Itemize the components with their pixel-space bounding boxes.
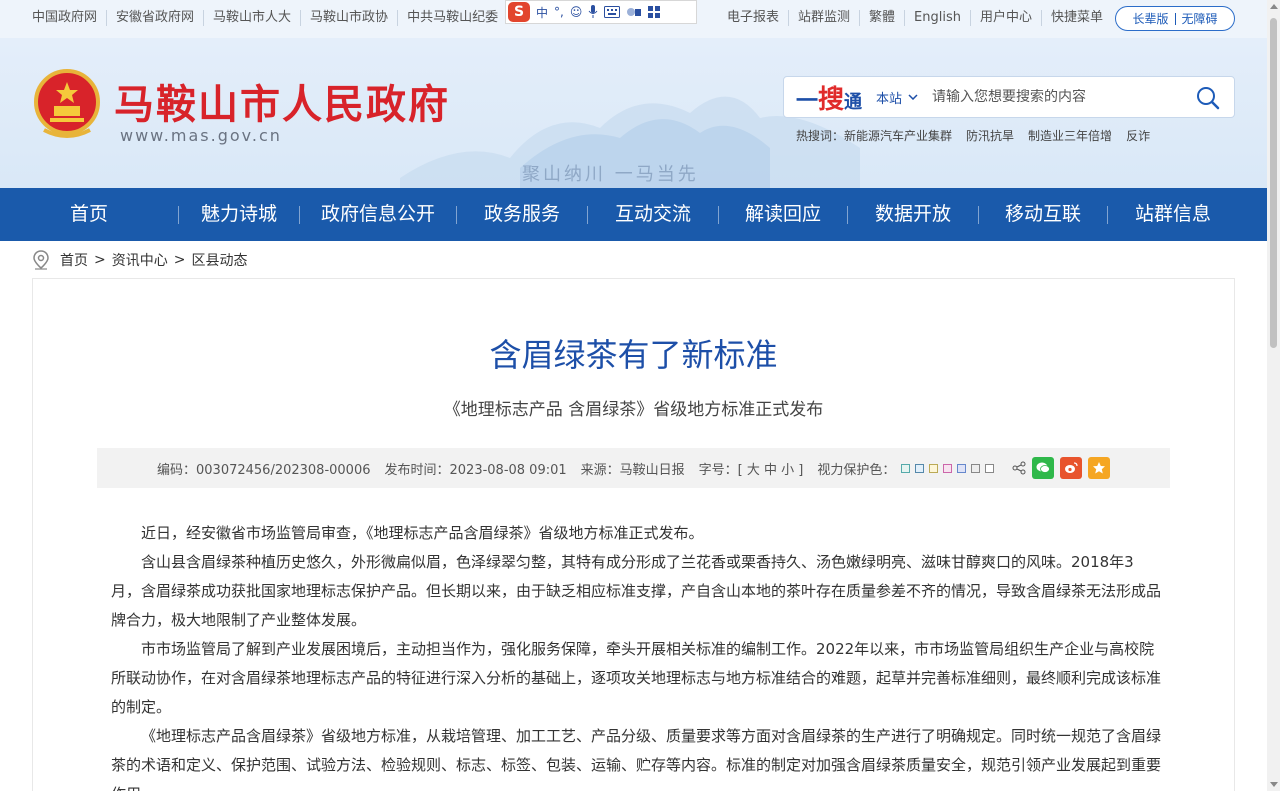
access-mode-switch: 长辈版 无障碍	[1115, 6, 1235, 31]
article-source: 来源：马鞍山日报	[580, 462, 685, 478]
article-paragraph: 《地理标志产品含眉绿茶》省级地方标准，从栽培管理、加工工艺、产品分级、质量要求等…	[111, 727, 1162, 791]
nav-item-gov-info[interactable]: 政府信息公开	[300, 188, 456, 241]
site-slogan: 聚山纳川 一马当先	[522, 164, 699, 185]
search-box: 一 搜 通 本站	[783, 76, 1235, 118]
top-link[interactable]: 中国政府网	[32, 10, 108, 26]
ime-logo-icon[interactable]: S	[508, 2, 530, 22]
skin-icon[interactable]	[626, 6, 642, 18]
font-size-control[interactable]: 字号：[ 大 中 小 ]	[699, 459, 804, 478]
elder-mode-button[interactable]: 长辈版	[1132, 10, 1168, 27]
share-icon[interactable]	[1012, 461, 1026, 475]
main-nav: 首页 魅力诗城 政府信息公开 政务服务 互动交流 解读回应 数据开放 移动互联 …	[0, 188, 1267, 241]
article-paragraph: 近日，经安徽省市场监管局审查，《地理标志产品含眉绿茶》省级地方标准正式发布。	[141, 524, 704, 542]
article-date: 发布时间：2023-08-08 09:01	[384, 462, 567, 478]
location-pin-icon	[33, 250, 49, 270]
breadcrumb-link[interactable]: 区县动态	[191, 250, 247, 270]
favorite-icon[interactable]	[1088, 457, 1111, 479]
search-brand: 一 搜 通	[796, 84, 863, 115]
nav-item-gov-services[interactable]: 政务服务	[457, 188, 587, 241]
swatch[interactable]	[915, 463, 925, 473]
scroll-up-icon[interactable]	[1270, 4, 1278, 9]
toolbox-icon[interactable]	[648, 6, 661, 18]
hot-word-link[interactable]: 防汛抗旱	[966, 127, 1014, 144]
swatch[interactable]	[957, 463, 967, 473]
microphone-icon[interactable]	[588, 5, 598, 19]
top-link[interactable]: English	[905, 10, 971, 26]
scroll-thumb[interactable]	[1270, 18, 1277, 348]
weibo-icon[interactable]	[1060, 457, 1083, 479]
ime-mode[interactable]: 中	[536, 4, 548, 21]
hot-words: 热搜词： 新能源汽车产业集群 防汛抗旱 制造业三年倍增 反诈	[796, 127, 1150, 144]
divider	[1174, 12, 1176, 25]
top-link[interactable]: 马鞍山市人大	[204, 10, 302, 26]
nav-item-interaction[interactable]: 互动交流	[588, 188, 718, 241]
top-link[interactable]: 快捷菜单	[1042, 10, 1112, 26]
hot-word-link[interactable]: 制造业三年倍增	[1028, 127, 1112, 144]
article-subtitle: 《地理标志产品 含眉绿茶》省级地方标准正式发布	[443, 400, 824, 420]
swatch[interactable]	[901, 463, 911, 473]
eye-care-label: 视力保护色：	[817, 462, 896, 478]
eye-care-swatches	[901, 463, 995, 473]
breadcrumb: 首页 > 资讯中心 > 区县动态	[32, 250, 247, 270]
nav-item-charm-city[interactable]: 魅力诗城	[179, 188, 299, 241]
article-paragraph: 含山县含眉绿茶种植历史悠久，外形微扁似眉，色泽绿翠匀整，其特有成分形成了兰花香或…	[111, 553, 1162, 629]
top-links-right: 电子报表 站群监测 繁體 English 用户中心 快捷菜单	[718, 10, 1112, 26]
breadcrumb-link[interactable]: 首页	[60, 250, 88, 270]
top-link[interactable]: 电子报表	[718, 10, 790, 26]
swatch[interactable]	[929, 463, 939, 473]
punctuation-icon[interactable]: °,	[554, 5, 564, 19]
article-title: 含眉绿茶有了新标准	[489, 336, 778, 374]
nav-item-home[interactable]: 首页	[0, 188, 178, 241]
top-link[interactable]: 用户中心	[971, 10, 1043, 26]
site-name: 马鞍山市人民政府	[114, 81, 450, 128]
top-bar: 中国政府网 安徽省政府网 马鞍山市人大 马鞍山市政协 中共马鞍山纪委 S 中 °…	[0, 0, 1267, 38]
article-code: 编码：003072456/202308-00006	[157, 462, 371, 478]
page-scrollbar[interactable]	[1267, 0, 1280, 791]
top-link[interactable]: 马鞍山市政协	[301, 10, 399, 26]
scroll-down-icon[interactable]	[1270, 782, 1278, 787]
search-input[interactable]	[932, 89, 1163, 105]
chevron-down-icon	[908, 94, 918, 100]
nav-item-interpretation[interactable]: 解读回应	[719, 188, 847, 241]
hot-word-link[interactable]: 反诈	[1126, 127, 1150, 144]
wechat-icon[interactable]	[1032, 457, 1055, 479]
article-meta: 编码：003072456/202308-00006 发布时间：2023-08-0…	[97, 448, 1170, 488]
top-link[interactable]: 安徽省政府网	[107, 10, 205, 26]
swatch[interactable]	[943, 463, 953, 473]
emoji-icon[interactable]: ☺	[570, 5, 583, 19]
top-links-left: 中国政府网 安徽省政府网 马鞍山市人大 马鞍山市政协 中共马鞍山纪委	[32, 10, 507, 26]
hot-words-label: 热搜词：	[796, 129, 845, 143]
top-link[interactable]: 中共马鞍山纪委	[398, 10, 507, 26]
search-scope-select[interactable]: 本站	[876, 88, 918, 107]
share-buttons	[1012, 457, 1111, 479]
national-emblem-icon	[34, 69, 100, 138]
article-paragraph: 市市场监管局了解到产业发展困境后，主动担当作为，强化服务保障，牵头开展相关标准的…	[111, 640, 1162, 716]
swatch[interactable]	[985, 463, 995, 473]
site-url: www.mas.gov.cn	[120, 126, 282, 145]
article-body: 近日，经安徽省市场监管局审查，《地理标志产品含眉绿茶》省级地方标准正式发布。 含…	[111, 519, 1161, 791]
accessibility-button[interactable]: 无障碍	[1182, 10, 1218, 27]
search-icon[interactable]	[1196, 86, 1220, 110]
ime-toolbar[interactable]: S 中 °, ☺	[505, 0, 697, 24]
nav-item-mobile[interactable]: 移动互联	[979, 188, 1107, 241]
hot-word-link[interactable]: 新能源汽车产业集群	[844, 127, 952, 144]
top-link[interactable]: 繁體	[860, 10, 906, 26]
site-header: 马鞍山市人民政府 www.mas.gov.cn 聚山纳川 一马当先 一 搜 通 …	[0, 38, 1267, 188]
keyboard-icon[interactable]	[604, 6, 621, 18]
nav-item-open-data[interactable]: 数据开放	[848, 188, 978, 241]
breadcrumb-link[interactable]: 资讯中心	[112, 250, 168, 270]
swatch[interactable]	[971, 463, 981, 473]
top-link[interactable]: 站群监测	[789, 10, 861, 26]
nav-item-site-group[interactable]: 站群信息	[1108, 188, 1238, 241]
